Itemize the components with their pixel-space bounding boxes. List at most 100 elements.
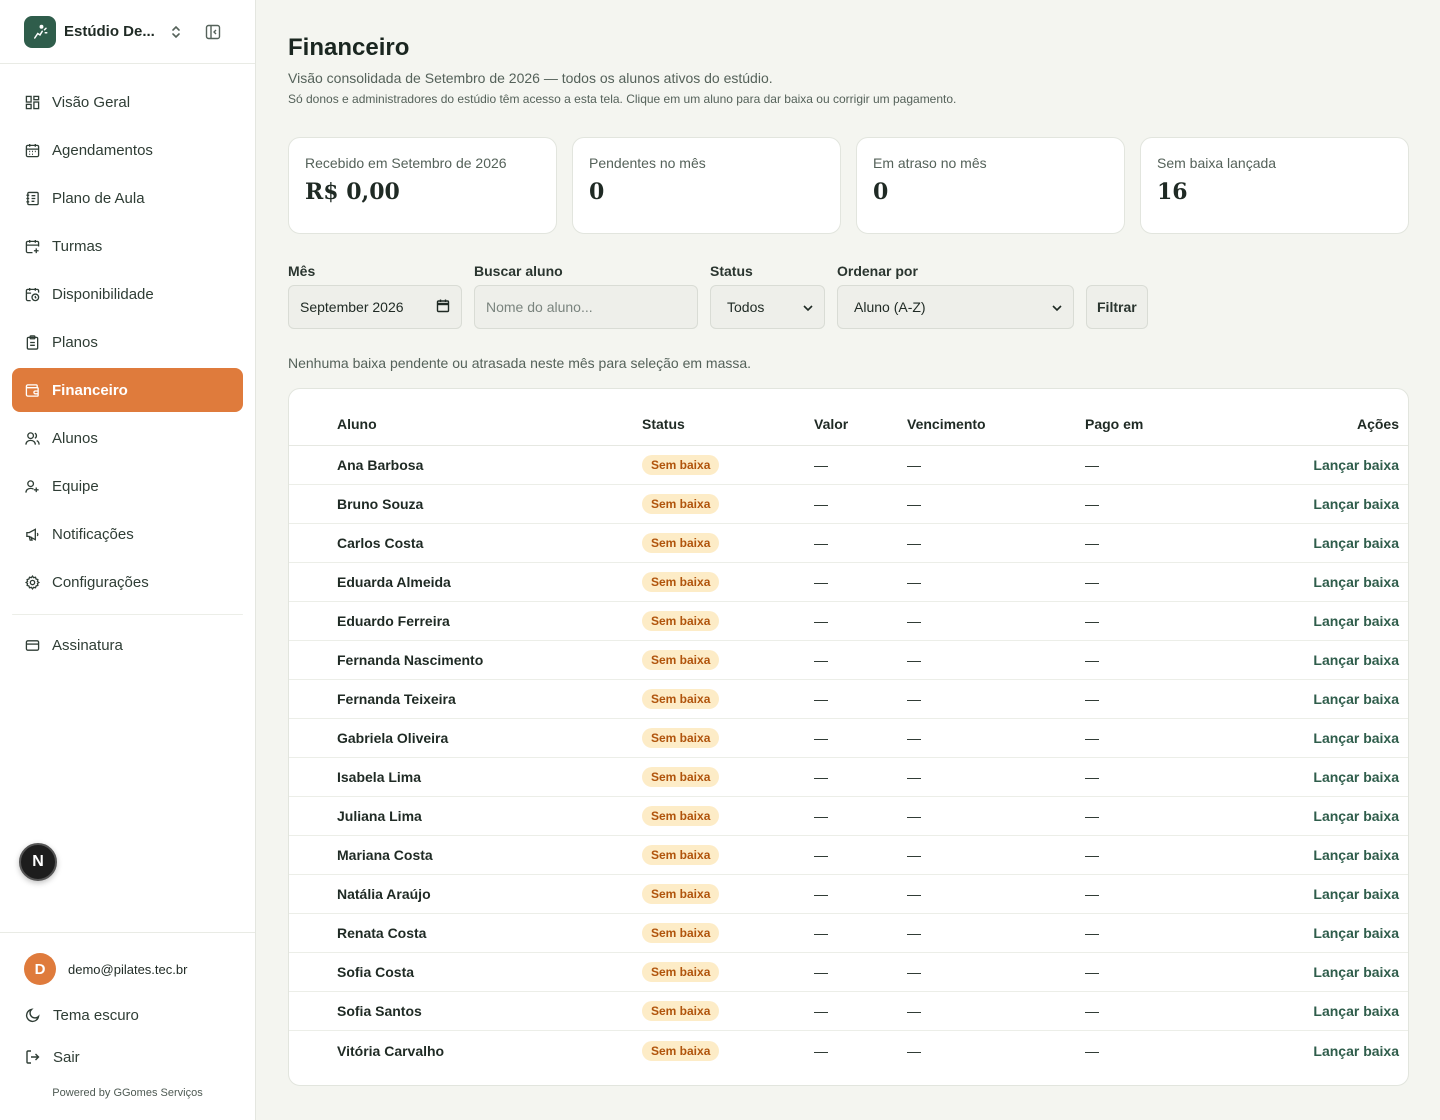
student-name[interactable]: Isabela Lima	[289, 769, 642, 785]
sidebar-item-configuracoes[interactable]: Configurações	[12, 560, 243, 604]
status-badge: Sem baixa	[642, 1040, 720, 1061]
search-input[interactable]: Nome do aluno...	[474, 285, 698, 329]
vencimento-cell: —	[907, 574, 921, 590]
student-name[interactable]: Bruno Souza	[289, 496, 642, 512]
card-sem-baixa: Sem baixa lançada 16	[1140, 137, 1409, 234]
student-name[interactable]: Ana Barbosa	[289, 457, 642, 473]
status-select[interactable]: Todos	[710, 285, 825, 329]
student-name[interactable]: Mariana Costa	[289, 847, 642, 863]
table-row[interactable]: Eduardo Ferreira Sem baixa — — — Lançar baixa	[289, 602, 1408, 641]
table-row[interactable]: Juliana Lima Sem baixa — — — Lançar baixa	[289, 797, 1408, 836]
lancar-baixa-link[interactable]: Lançar baixa	[1313, 964, 1399, 980]
sidebar-item-assinatura[interactable]: Assinatura	[12, 623, 243, 667]
search-filter: Buscar aluno Nome do aluno...	[474, 263, 698, 329]
users-icon	[24, 430, 40, 446]
sidebar-item-alunos[interactable]: Alunos	[12, 416, 243, 460]
table-row[interactable]: Isabela Lima Sem baixa — — — Lançar baixa	[289, 758, 1408, 797]
sidebar-item-visao-geral[interactable]: Visão Geral	[12, 80, 243, 124]
theme-toggle-button[interactable]: Tema escuro	[24, 1003, 231, 1027]
calendar-picker-icon[interactable]	[436, 299, 450, 316]
student-name[interactable]: Gabriela Oliveira	[289, 730, 642, 746]
lancar-baixa-link[interactable]: Lançar baixa	[1313, 808, 1399, 824]
sidebar-collapse-icon[interactable]	[204, 23, 222, 41]
column-header-pago-em: Pago em	[1085, 416, 1144, 432]
actions-cell: Lançar baixa	[1235, 1043, 1408, 1059]
table-row[interactable]: Gabriela Oliveira Sem baixa — — — Lançar baix…	[289, 719, 1408, 758]
table-row[interactable]: Sofia Santos Sem baixa — — — Lançar baixa	[289, 992, 1408, 1031]
lancar-baixa-link[interactable]: Lançar baixa	[1313, 652, 1399, 668]
status-badge: Sem baixa	[642, 962, 720, 982]
lancar-baixa-link[interactable]: Lançar baixa	[1313, 847, 1399, 863]
nextjs-dev-badge[interactable]: N	[19, 843, 57, 881]
column-header-vencimento: Vencimento	[907, 416, 986, 432]
actions-cell: Lançar baixa	[1235, 457, 1408, 473]
student-name[interactable]: Sofia Costa	[289, 964, 642, 980]
status-label: Status	[710, 263, 753, 279]
status-cell: Sem baixa	[642, 572, 814, 592]
lancar-baixa-link[interactable]: Lançar baixa	[1313, 1043, 1399, 1059]
sidebar-item-planos[interactable]: Planos	[12, 320, 243, 364]
sidebar-item-agendamentos[interactable]: Agendamentos	[12, 128, 243, 172]
student-name[interactable]: Fernanda Nascimento	[289, 652, 642, 668]
student-name[interactable]: Juliana Lima	[289, 808, 642, 824]
table-row[interactable]: Sofia Costa Sem baixa — — — Lançar baixa	[289, 953, 1408, 992]
sidebar-item-turmas[interactable]: Turmas	[12, 224, 243, 268]
status-cell: Sem baixa	[642, 806, 814, 826]
table-row[interactable]: Ana Barbosa Sem baixa — — — Lançar baixa	[289, 446, 1408, 485]
page-note: Só donos e administradores do estúdio tê…	[288, 92, 957, 106]
status-badge: Sem baixa	[642, 611, 720, 631]
lancar-baixa-link[interactable]: Lançar baixa	[1313, 496, 1399, 512]
lancar-baixa-link[interactable]: Lançar baixa	[1313, 730, 1399, 746]
vencimento-cell: —	[907, 535, 921, 551]
lancar-baixa-link[interactable]: Lançar baixa	[1313, 457, 1399, 473]
actions-cell: Lançar baixa	[1235, 925, 1408, 941]
sidebar-item-disponibilidade[interactable]: Disponibilidade	[12, 272, 243, 316]
student-name[interactable]: Eduarda Almeida	[289, 574, 642, 590]
table-row[interactable]: Carlos Costa Sem baixa — — — Lançar baixa	[289, 524, 1408, 563]
card-label: Recebido em Setembro de 2026	[305, 155, 507, 171]
logout-button[interactable]: Sair	[24, 1045, 231, 1069]
calendar-plus-icon	[24, 238, 40, 254]
table-row[interactable]: Vitória Carvalho Sem baixa — — — Lançar baixa	[289, 1031, 1408, 1070]
lancar-baixa-link[interactable]: Lançar baixa	[1313, 886, 1399, 902]
student-name[interactable]: Fernanda Teixeira	[289, 691, 642, 707]
student-name[interactable]: Eduardo Ferreira	[289, 613, 642, 629]
lancar-baixa-link[interactable]: Lançar baixa	[1313, 925, 1399, 941]
lancar-baixa-link[interactable]: Lançar baixa	[1313, 574, 1399, 590]
status-badge: Sem baixa	[642, 923, 720, 943]
status-cell: Sem baixa	[642, 455, 814, 475]
student-name[interactable]: Sofia Santos	[289, 1003, 642, 1019]
lancar-baixa-link[interactable]: Lançar baixa	[1313, 535, 1399, 551]
lancar-baixa-link[interactable]: Lançar baixa	[1313, 613, 1399, 629]
table-row[interactable]: Fernanda Teixeira Sem baixa — — — Lançar baix…	[289, 680, 1408, 719]
studio-switcher[interactable]: Estúdio De...	[0, 0, 255, 64]
sidebar-item-notificacoes[interactable]: Notificações	[12, 512, 243, 556]
clipboard-icon	[24, 334, 40, 350]
month-input[interactable]: September 2026	[288, 285, 462, 329]
table-row[interactable]: Fernanda Nascimento Sem baixa — — — Lançar ba…	[289, 641, 1408, 680]
table-row[interactable]: Renata Costa Sem baixa — — — Lançar baixa	[289, 914, 1408, 953]
student-name[interactable]: Vitória Carvalho	[289, 1043, 642, 1059]
table-row[interactable]: Eduarda Almeida Sem baixa — — — Lançar baixa	[289, 563, 1408, 602]
lancar-baixa-link[interactable]: Lançar baixa	[1313, 691, 1399, 707]
student-name[interactable]: Natália Araújo	[289, 886, 642, 902]
table-row[interactable]: Natália Araújo Sem baixa — — — Lançar baixa	[289, 875, 1408, 914]
status-cell: Sem baixa	[642, 494, 814, 514]
sidebar-item-financeiro[interactable]: Financeiro	[12, 368, 243, 412]
table-row[interactable]: Mariana Costa Sem baixa — — — Lançar baixa	[289, 836, 1408, 875]
table-row[interactable]: Bruno Souza Sem baixa — — — Lançar baixa	[289, 485, 1408, 524]
avatar: D	[24, 953, 56, 985]
valor-cell: —	[814, 847, 828, 863]
sidebar-item-equipe[interactable]: Equipe	[12, 464, 243, 508]
status-badge: Sem baixa	[642, 455, 720, 475]
student-name[interactable]: Renata Costa	[289, 925, 642, 941]
student-name[interactable]: Carlos Costa	[289, 535, 642, 551]
sidebar-item-plano-de-aula[interactable]: Plano de Aula	[12, 176, 243, 220]
filter-button[interactable]: Filtrar	[1086, 285, 1148, 329]
lancar-baixa-link[interactable]: Lançar baixa	[1313, 769, 1399, 785]
lancar-baixa-link[interactable]: Lançar baixa	[1313, 1003, 1399, 1019]
status-badge: Sem baixa	[642, 767, 720, 787]
card-em-atraso: Em atraso no mês 0	[856, 137, 1125, 234]
sort-select[interactable]: Aluno (A-Z)	[837, 285, 1074, 329]
valor-cell: —	[814, 808, 828, 824]
